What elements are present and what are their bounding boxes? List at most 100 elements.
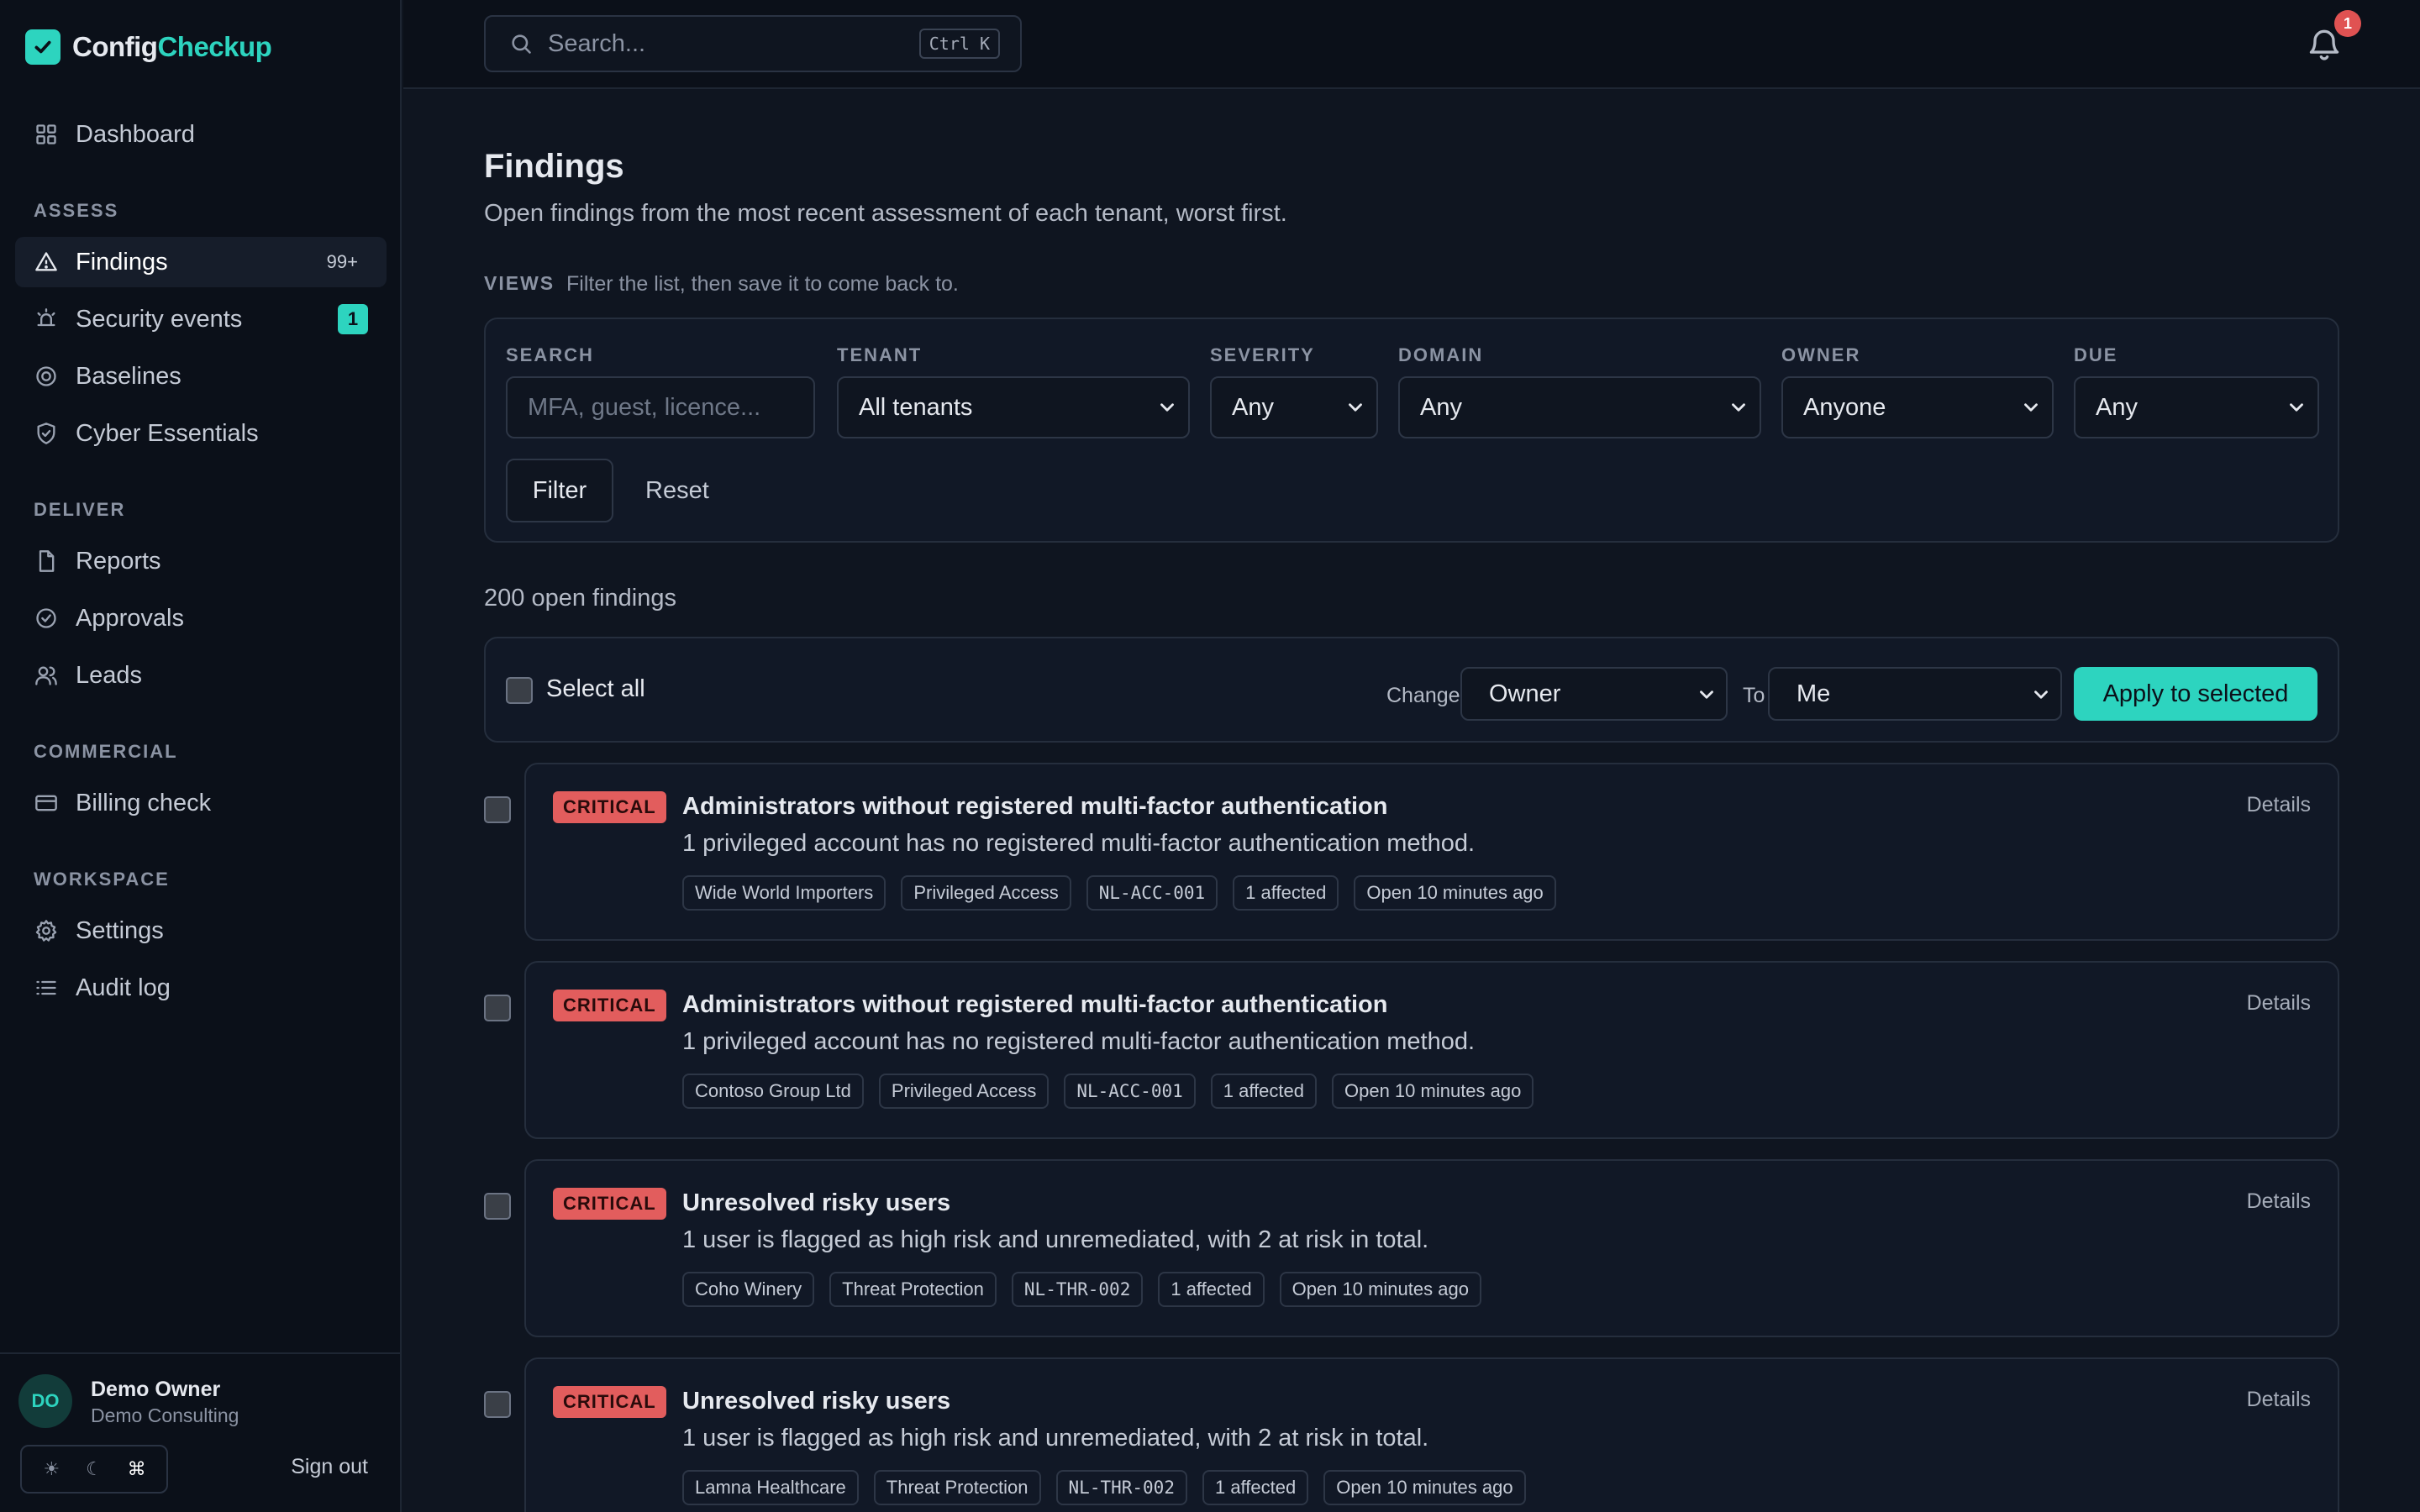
age-tag: Open 10 minutes ago: [1323, 1470, 1526, 1505]
theme-system-icon[interactable]: ⌘: [120, 1452, 154, 1486]
affected-tag: 1 affected: [1210, 1074, 1317, 1109]
page-title: Findings: [484, 148, 624, 185]
tenant-tag: Coho Winery: [682, 1272, 815, 1307]
finding-checkbox[interactable]: [484, 1391, 511, 1418]
filter-search: SEARCH MFA, guest, licence...: [506, 344, 815, 438]
filter-owner: OWNER Anyone: [1781, 344, 2054, 438]
filter-severity-label: SEVERITY: [1210, 344, 1315, 365]
finding-title[interactable]: Administrators without registered multi-…: [682, 793, 1387, 821]
credit-card-icon: [34, 790, 59, 816]
due-select[interactable]: Any: [2074, 376, 2319, 438]
details-link[interactable]: Details: [2247, 1189, 2311, 1214]
finding-checkbox[interactable]: [484, 796, 511, 823]
sidebar-item-audit-log[interactable]: Audit log: [15, 963, 387, 1013]
user-org: Demo Consulting: [91, 1404, 239, 1426]
sidebar-item-label: Settings: [76, 916, 164, 944]
views-hint: Filter the list, then save it to come ba…: [566, 272, 959, 296]
finding-card[interactable]: CRITICAL Unresolved risky users 1 user i…: [524, 1159, 2339, 1337]
theme-dark-icon[interactable]: ☾: [77, 1452, 111, 1486]
app-name: ConfigCheckup: [72, 31, 272, 62]
security-events-badge: 1: [338, 304, 368, 334]
filter-panel: SEARCH MFA, guest, licence... TENANT All…: [484, 318, 2339, 543]
sidebar-item-leads[interactable]: Leads: [15, 650, 387, 701]
domain-tag: Threat Protection: [873, 1470, 1041, 1505]
finding-checkbox[interactable]: [484, 995, 511, 1021]
details-link[interactable]: Details: [2247, 793, 2311, 817]
app-logo[interactable]: ConfigCheckup: [25, 29, 272, 66]
alarm-icon: [34, 307, 59, 332]
tenant-tag: Contoso Group Ltd: [682, 1074, 864, 1109]
rule-code-tag: NL-THR-002: [1055, 1470, 1187, 1505]
chevron-down-icon: [1344, 396, 1366, 418]
sidebar-item-baselines[interactable]: Baselines: [15, 351, 387, 402]
domain-tag: Threat Protection: [829, 1272, 997, 1307]
finding-tags: Coho Winery Threat Protection NL-THR-002…: [682, 1272, 1481, 1307]
sidebar-item-settings[interactable]: Settings: [15, 906, 387, 956]
tenant-tag: Wide World Importers: [682, 875, 886, 911]
filter-search-input[interactable]: MFA, guest, licence...: [506, 376, 815, 438]
finding-tags: Contoso Group Ltd Privileged Access NL-A…: [682, 1074, 1534, 1109]
rule-code-tag: NL-ACC-001: [1064, 1074, 1196, 1109]
change-label: Change: [1386, 684, 1460, 707]
tenant-select[interactable]: All tenants: [837, 376, 1190, 438]
global-search-input[interactable]: Search... Ctrl K: [484, 15, 1022, 72]
sidebar-item-dashboard[interactable]: Dashboard: [15, 109, 387, 160]
domain-tag: Privileged Access: [878, 1074, 1050, 1109]
finding-card[interactable]: CRITICAL Unresolved risky users 1 user i…: [524, 1357, 2339, 1512]
sidebar-item-label: Billing check: [76, 789, 212, 816]
affected-tag: 1 affected: [1158, 1272, 1265, 1307]
reset-button[interactable]: Reset: [645, 459, 709, 522]
sidebar-item-cyber-essentials[interactable]: Cyber Essentials: [15, 408, 387, 459]
sidebar-item-label: Dashboard: [76, 120, 195, 148]
sidebar-item-security-events[interactable]: Security events 1: [15, 294, 387, 344]
domain-select[interactable]: Any: [1398, 376, 1761, 438]
change-field-select[interactable]: Owner: [1460, 667, 1728, 721]
grid-icon: [34, 122, 59, 147]
list-icon: [34, 975, 59, 1000]
chevron-down-icon: [2286, 396, 2307, 418]
filter-tenant: TENANT All tenants: [837, 344, 1190, 438]
finding-checkbox[interactable]: [484, 1193, 511, 1220]
finding-description: 1 user is flagged as high risk and unrem…: [682, 1425, 1429, 1452]
severity-select[interactable]: Any: [1210, 376, 1378, 438]
severity-badge: CRITICAL: [553, 1188, 666, 1220]
filter-due: DUE Any: [2074, 344, 2319, 438]
sidebar-item-label: Leads: [76, 661, 143, 689]
finding-title[interactable]: Unresolved risky users: [682, 1189, 950, 1217]
chevron-down-icon: [2020, 396, 2042, 418]
sidebar-item-approvals[interactable]: Approvals: [15, 593, 387, 643]
sidebar-item-findings[interactable]: Findings 99+: [15, 237, 387, 287]
sidebar-item-label: Cyber Essentials: [76, 419, 259, 447]
filter-button[interactable]: Filter: [506, 459, 613, 522]
search-placeholder: Search...: [548, 29, 646, 57]
affected-tag: 1 affected: [1233, 875, 1339, 911]
avatar[interactable]: DO: [18, 1374, 72, 1428]
select-all-label[interactable]: Select all: [546, 675, 645, 703]
sidebar-footer: DO Demo Owner Demo Consulting ☀ ☾ ⌘ Sign…: [0, 1352, 402, 1512]
sidebar-item-billing-check[interactable]: Billing check: [15, 778, 387, 828]
change-to-select[interactable]: Me: [1768, 667, 2062, 721]
finding-tags: Wide World Importers Privileged Access N…: [682, 875, 1556, 911]
document-icon: [34, 549, 59, 574]
tenant-tag: Lamna Healthcare: [682, 1470, 859, 1505]
select-all-checkbox[interactable]: [506, 677, 533, 704]
finding-title[interactable]: Unresolved risky users: [682, 1388, 950, 1415]
gear-icon: [34, 918, 59, 943]
sidebar-item-label: Audit log: [76, 974, 171, 1001]
chevron-down-icon: [2030, 684, 2052, 706]
finding-card[interactable]: CRITICAL Administrators without register…: [524, 763, 2339, 941]
finding-title[interactable]: Administrators without registered multi-…: [682, 991, 1387, 1019]
logo-check-icon: [25, 29, 60, 65]
sign-out-link[interactable]: Sign out: [291, 1455, 368, 1479]
finding-card[interactable]: CRITICAL Administrators without register…: [524, 961, 2339, 1139]
theme-light-icon[interactable]: ☀: [34, 1452, 68, 1486]
user-name: Demo Owner: [91, 1378, 221, 1401]
sidebar-item-reports[interactable]: Reports: [15, 536, 387, 586]
theme-toggle: ☀ ☾ ⌘: [20, 1445, 168, 1494]
apply-to-selected-button[interactable]: Apply to selected: [2074, 667, 2317, 721]
owner-select[interactable]: Anyone: [1781, 376, 2054, 438]
details-link[interactable]: Details: [2247, 991, 2311, 1016]
age-tag: Open 10 minutes ago: [1354, 875, 1556, 911]
section-label-deliver: DELIVER: [34, 499, 126, 520]
details-link[interactable]: Details: [2247, 1388, 2311, 1412]
